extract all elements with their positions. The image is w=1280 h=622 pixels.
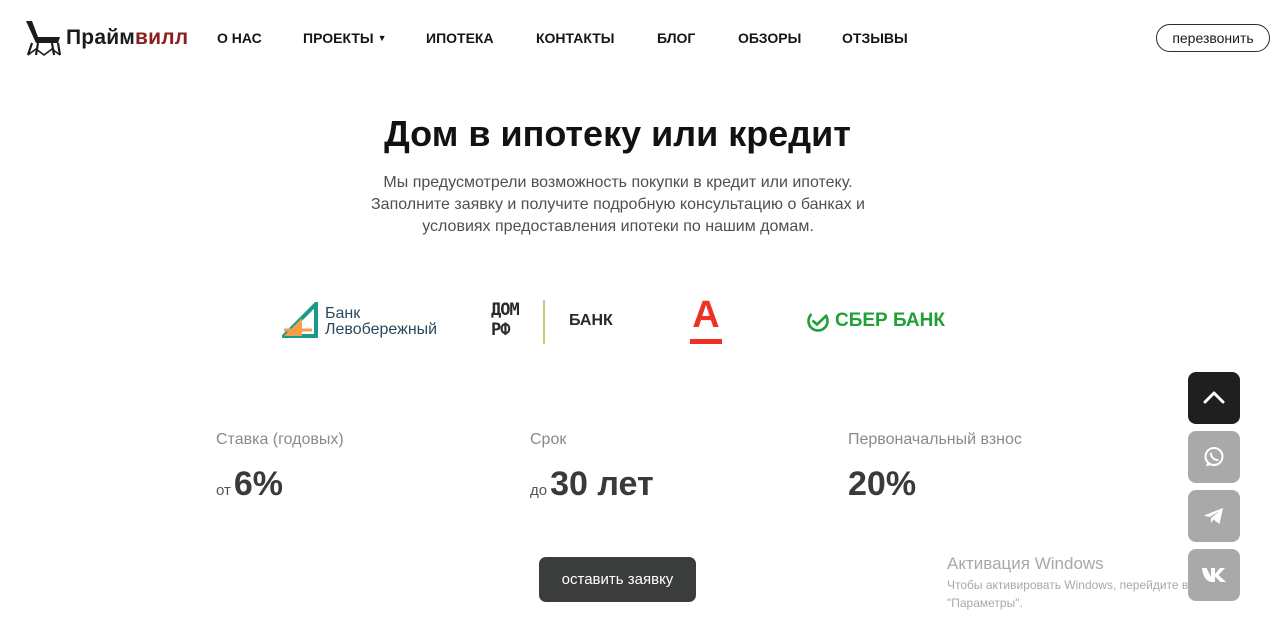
nav-item-contacts[interactable]: КОНТАКТЫ bbox=[536, 30, 614, 46]
logo-text: Праймвилл bbox=[66, 26, 189, 49]
page-title: Дом в ипотеку или кредит bbox=[384, 113, 851, 154]
nav-item-reviews[interactable]: ОБЗОРЫ bbox=[738, 30, 801, 46]
nav-item-projects[interactable]: ПРОЕКТЫ ▼ bbox=[303, 30, 387, 46]
sber-label: СБЕР БАНК bbox=[835, 310, 945, 331]
nav-item-blog[interactable]: БЛОГ bbox=[657, 30, 695, 46]
downpayment-value: 20% bbox=[848, 465, 917, 503]
page-subtitle: Мы предусмотрели возможность покупки в к… bbox=[343, 172, 893, 238]
vk-icon bbox=[1202, 568, 1226, 582]
nav-item-about[interactable]: О НАС bbox=[217, 30, 262, 46]
downpayment-label: Первоначальный взнос bbox=[848, 431, 1022, 448]
rate-label: Ставка (годовых) bbox=[216, 431, 344, 448]
alfa-underline bbox=[690, 339, 722, 344]
domrf-divider bbox=[543, 300, 545, 344]
levoberezhny-line2: Левобережный bbox=[325, 321, 438, 338]
telegram-button[interactable] bbox=[1188, 490, 1240, 542]
term-prefix: до bbox=[530, 482, 548, 499]
rate-number: 6% bbox=[233, 465, 284, 503]
nav-item-projects-label: ПРОЕКТЫ bbox=[303, 30, 374, 46]
whatsapp-icon bbox=[1204, 447, 1224, 467]
term-label: Срок bbox=[530, 431, 567, 448]
submit-request-button[interactable]: оставить заявку bbox=[539, 557, 696, 602]
bank-logo-levoberezhny: Банк Левобережный bbox=[282, 302, 447, 342]
logo[interactable]: Праймвилл bbox=[24, 18, 206, 58]
term-value: до30 лет bbox=[530, 465, 654, 504]
bank-logo-domrf: ДОМ РФ БАНК bbox=[491, 298, 616, 346]
levoberezhny-line1: Банк bbox=[325, 305, 361, 322]
subtitle-line: условиях предоставления ипотеки по нашим… bbox=[422, 218, 814, 235]
domrf-mark-top: ДОМ bbox=[491, 300, 520, 320]
telegram-icon bbox=[1204, 508, 1223, 524]
callback-button[interactable]: перезвонить bbox=[1156, 24, 1270, 52]
rate-value: от6% bbox=[216, 465, 283, 504]
windows-activation-line1: Чтобы активировать Windows, перейдите в bbox=[947, 578, 1189, 592]
windows-activation-title: Активация Windows bbox=[947, 554, 1104, 573]
chevron-up-icon bbox=[1203, 391, 1225, 404]
sber-check-icon bbox=[807, 310, 829, 332]
alfa-letter: А bbox=[692, 294, 720, 336]
term-number: 30 лет bbox=[550, 465, 654, 503]
domrf-label: БАНК bbox=[569, 312, 613, 329]
subtitle-line: Заполните заявку и получите подробную ко… bbox=[371, 196, 865, 213]
logo-chair-icon bbox=[26, 21, 62, 56]
nav-item-mortgage[interactable]: ИПОТЕКА bbox=[426, 30, 494, 46]
subtitle-line: Мы предусмотрели возможность покупки в к… bbox=[383, 174, 853, 191]
scroll-top-button[interactable] bbox=[1188, 372, 1240, 424]
levoberezhny-triangle-icon bbox=[282, 302, 318, 338]
domrf-mark-bottom: РФ bbox=[491, 320, 510, 340]
nav-item-testimonials[interactable]: ОТЗЫВЫ bbox=[842, 30, 908, 46]
bank-logo-sber: СБЕР БАНК bbox=[806, 308, 956, 334]
rate-prefix: от bbox=[216, 482, 231, 499]
bank-logo-alfa: А bbox=[689, 294, 723, 346]
whatsapp-button[interactable] bbox=[1188, 431, 1240, 483]
vk-button[interactable] bbox=[1188, 549, 1240, 601]
windows-activation-line2: "Параметры". bbox=[947, 596, 1023, 610]
caret-down-icon: ▼ bbox=[377, 33, 387, 43]
